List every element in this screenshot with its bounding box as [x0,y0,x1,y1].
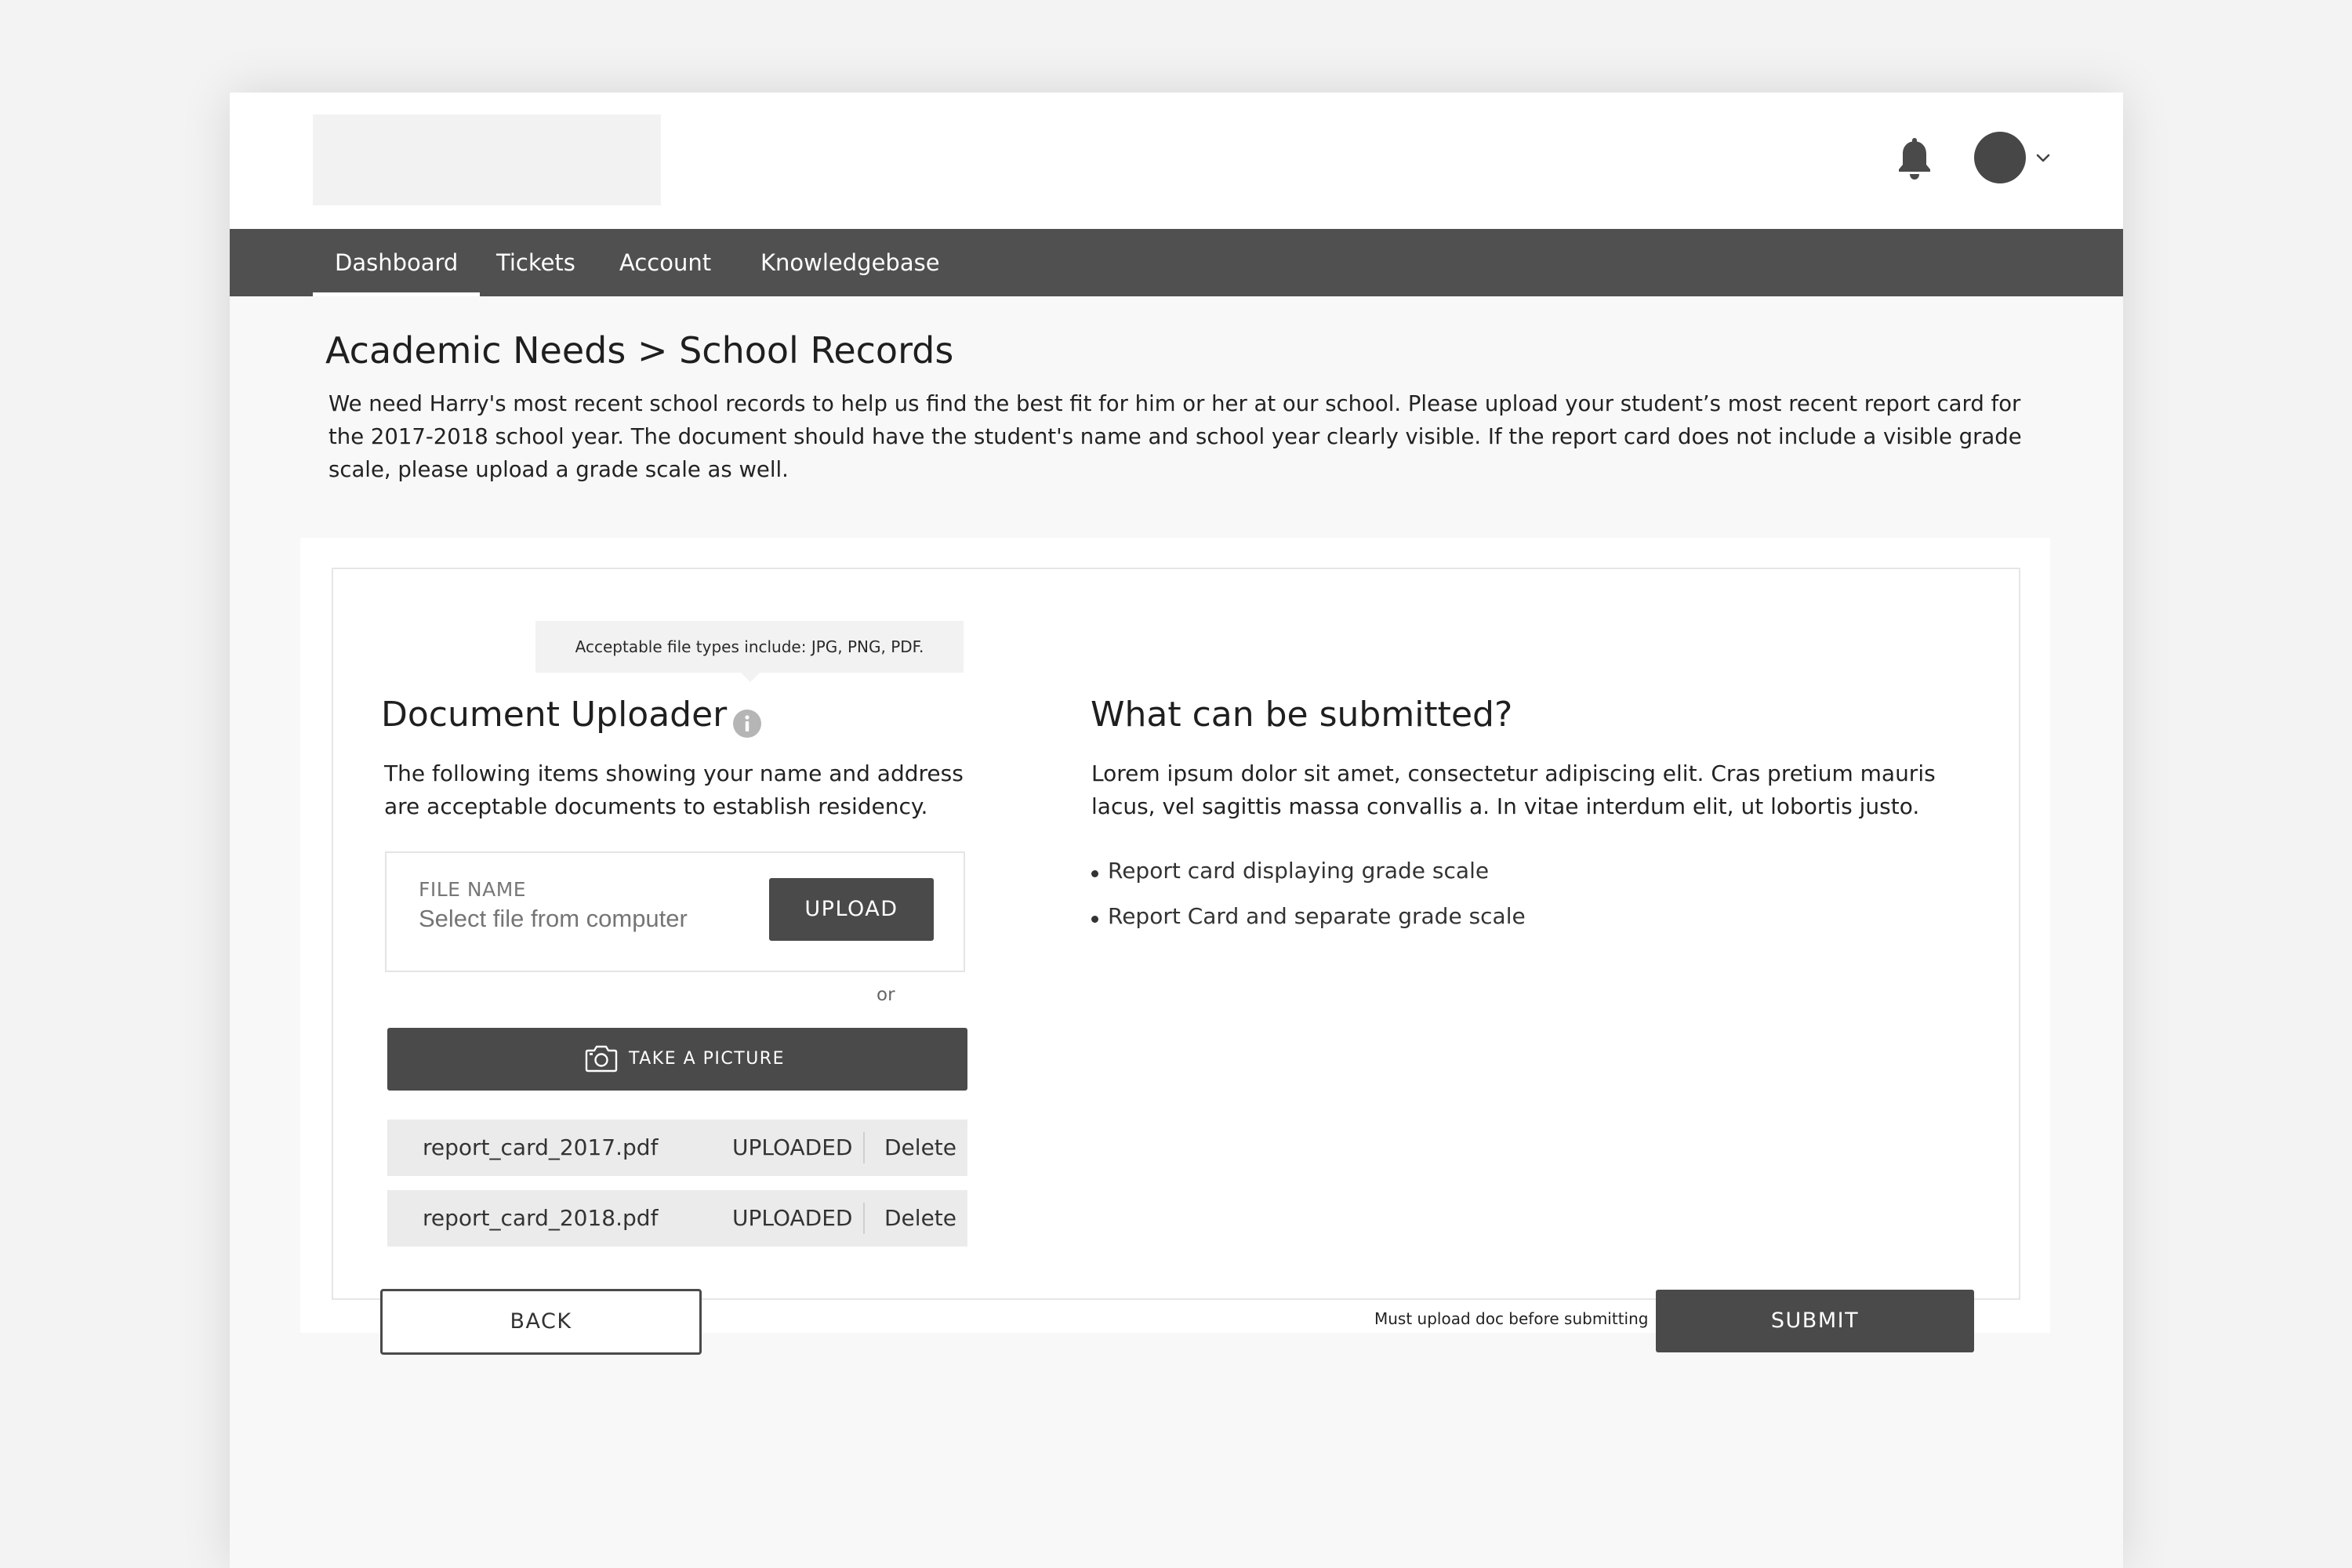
uploaded-file-name: report_card_2017.pdf [423,1134,659,1160]
main-nav: Dashboard Tickets Account Knowledgebase [230,229,2123,296]
uploader-description: The following items showing your name an… [384,760,964,819]
intro-text: We need Harry's most recent school recor… [328,391,2022,482]
nav-item-knowledgebase[interactable]: Knowledgebase [739,229,962,296]
row-divider [863,1132,865,1163]
submit-hint: Must upload doc before submitting [1374,1309,1649,1328]
nav-item-account[interactable]: Account [597,229,733,296]
take-picture-label: TAKE A PICTURE [629,1049,785,1069]
take-picture-button[interactable]: TAKE A PICTURE [387,1028,967,1091]
avatar[interactable] [1974,132,2026,183]
submission-description: Lorem ipsum dolor sit amet, consectetur … [1091,760,1936,819]
submission-list: Report card displaying grade scale Repor… [1089,848,1526,939]
uploaded-file-row: report_card_2018.pdf UPLOADED Delete [387,1190,967,1247]
row-divider [863,1203,865,1234]
uploader-title: Document Uploader [381,695,728,735]
chevron-down-icon[interactable] [2035,151,2051,166]
breadcrumb: Academic Needs > School Records [325,329,954,372]
file-name-input[interactable] [419,905,748,933]
bell-icon[interactable] [1897,136,1932,180]
user-menu[interactable] [1974,132,2053,183]
list-item: Report card displaying grade scale [1089,848,1526,894]
info-icon[interactable] [732,709,762,739]
delete-file-button[interactable]: Delete [884,1120,956,1176]
upload-button[interactable]: UPLOAD [769,878,934,941]
upload-status: UPLOADED [732,1205,853,1231]
uploaded-file-name: report_card_2018.pdf [423,1205,659,1231]
header [230,93,2123,229]
nav-item-tickets[interactable]: Tickets [474,229,597,296]
submission-title: What can be submitted? [1091,695,1513,735]
file-types-tooltip: Acceptable file types include: JPG, PNG,… [535,621,964,682]
nav-item-dashboard[interactable]: Dashboard [313,229,481,296]
uploaded-file-row: report_card_2017.pdf UPLOADED Delete [387,1120,967,1176]
upload-status: UPLOADED [732,1134,853,1160]
logo[interactable] [313,114,661,205]
submit-button[interactable]: SUBMIT [1656,1290,1974,1352]
file-name-label: FILE NAME [419,878,527,901]
delete-file-button[interactable]: Delete [884,1190,956,1247]
back-button[interactable]: BACK [380,1289,702,1355]
or-separator: or [877,985,895,1005]
camera-icon [585,1045,618,1073]
app-window: Dashboard Tickets Account Knowledgebase … [230,93,2123,1568]
list-item: Report Card and separate grade scale [1089,894,1526,939]
